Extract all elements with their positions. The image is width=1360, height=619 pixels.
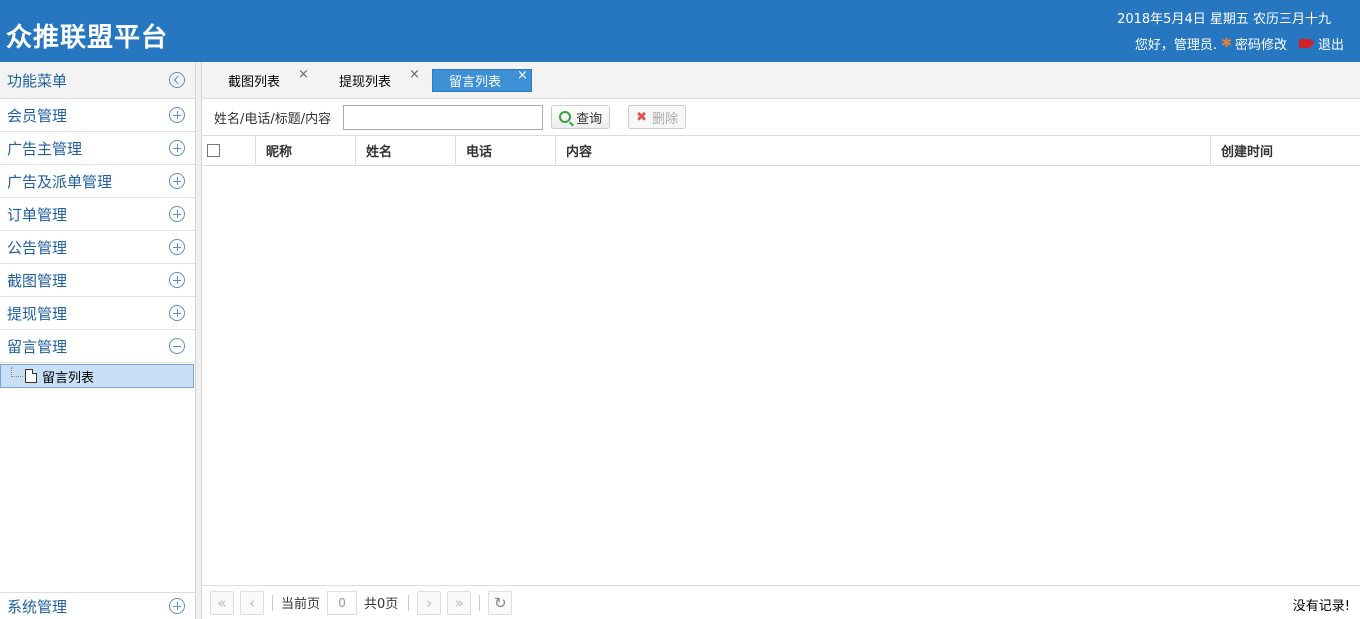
delete-button[interactable]: ✖ 删除 — [628, 105, 687, 129]
sidebar-item-label: 提现管理 — [7, 304, 68, 323]
sidebar-item-messages[interactable]: 留言管理 — [0, 330, 195, 363]
sidebar-item-label: 系统管理 — [7, 597, 68, 616]
column-header-created-time[interactable]: 创建时间 — [1211, 136, 1360, 165]
column-header-name[interactable]: 姓名 — [356, 136, 456, 165]
grid-header: 昵称 姓名 电话 内容 创建时间 — [202, 136, 1360, 166]
sidebar-item-label: 广告主管理 — [7, 139, 83, 158]
tab-label: 提现列表 — [339, 75, 392, 90]
sidebar-item-label: 广告及派单管理 — [7, 172, 113, 191]
close-icon[interactable]: × — [298, 67, 309, 82]
pager-divider — [479, 594, 481, 611]
select-all-cell — [202, 136, 256, 165]
top-header: 众推联盟平台 2018年5月4日 星期五 农历三月十九 您好，管理员. ✱ 密码… — [0, 0, 1360, 62]
expand-plus-icon — [169, 173, 185, 189]
sidebar-item-label: 截图管理 — [7, 271, 68, 290]
tab-withdrawal-list[interactable]: 提现列表 × — [339, 67, 420, 92]
first-page-button[interactable]: « — [210, 590, 234, 615]
tab-screenshot-list[interactable]: 截图列表 × — [228, 67, 309, 92]
no-records-text: 没有记录! — [1292, 599, 1350, 614]
current-page-label: 当前页 — [281, 597, 321, 612]
sidebar: 功能菜单 会员管理 广告主管理 广告及派单管理 订单管理 公告管理 截图管理 提… — [0, 62, 196, 619]
tab-label: 留言列表 — [449, 75, 502, 90]
change-password-link[interactable]: ✱ 密码修改 — [1221, 34, 1287, 53]
expand-plus-icon — [169, 140, 185, 156]
user-bar: 您好，管理员. ✱ 密码修改 退出 — [1135, 34, 1344, 53]
logout-label: 退出 — [1317, 38, 1344, 53]
collapse-sidebar-icon[interactable] — [169, 72, 185, 88]
header-date: 2018年5月4日 星期五 农历三月十九 — [1117, 12, 1331, 27]
sidebar-item-label: 留言管理 — [7, 337, 68, 356]
tree-connector — [11, 367, 23, 377]
page-number-input[interactable]: 0 — [327, 590, 358, 615]
total-pages-text: 共0页 — [364, 597, 399, 612]
sidebar-item-label: 会员管理 — [7, 106, 68, 125]
collapse-minus-icon — [169, 338, 185, 354]
expand-plus-icon — [169, 239, 185, 255]
sidebar-item-ads-dispatch[interactable]: 广告及派单管理 — [0, 165, 195, 198]
next-page-button[interactable]: › — [417, 590, 442, 615]
sidebar-item-withdrawals[interactable]: 提现管理 — [0, 297, 195, 330]
sidebar-header: 功能菜单 — [0, 62, 195, 99]
last-page-button[interactable]: » — [447, 590, 472, 615]
expand-plus-icon — [169, 206, 185, 222]
pager-divider — [408, 594, 410, 611]
delete-x-icon: ✖ — [636, 109, 648, 125]
expand-plus-icon — [169, 272, 185, 288]
main-panel: 截图列表 × 提现列表 × 留言列表 × 姓名/电话/标题/内容 查询 ✖ 删除… — [202, 62, 1360, 619]
change-password-label: 密码修改 — [1234, 38, 1287, 53]
sidebar-item-screenshots[interactable]: 截图管理 — [0, 264, 195, 297]
gear-icon: ✱ — [1221, 36, 1232, 51]
search-icon — [559, 111, 572, 123]
delete-button-label: 删除 — [652, 111, 679, 127]
tab-bar: 截图列表 × 提现列表 × 留言列表 × — [202, 62, 1360, 99]
select-all-checkbox[interactable] — [207, 144, 220, 157]
search-input[interactable] — [343, 104, 544, 130]
logout-icon — [1298, 39, 1315, 48]
close-icon[interactable]: × — [517, 68, 528, 83]
expand-plus-icon — [169, 598, 185, 614]
expand-plus-icon — [169, 107, 185, 123]
tree-item-label: 留言列表 — [42, 370, 95, 386]
pagination-bar: « ‹ 当前页 0 共0页 › » ↻ 没有记录! — [202, 585, 1360, 619]
pager-divider — [272, 594, 273, 611]
column-header-nickname[interactable]: 昵称 — [256, 136, 356, 165]
tab-message-list[interactable]: 留言列表 × — [432, 68, 532, 92]
query-button[interactable]: 查询 — [551, 105, 611, 129]
brand-title: 众推联盟平台 — [6, 23, 169, 53]
prev-page-button[interactable]: ‹ — [240, 590, 264, 615]
column-header-content[interactable]: 内容 — [556, 136, 1211, 165]
search-label: 姓名/电话/标题/内容 — [214, 111, 332, 127]
tab-label: 截图列表 — [228, 75, 281, 90]
greeting-text: 您好，管理员. — [1134, 38, 1218, 53]
close-icon[interactable]: × — [409, 67, 420, 82]
sidebar-item-announcements[interactable]: 公告管理 — [0, 231, 195, 264]
document-icon — [25, 369, 37, 383]
sidebar-item-orders[interactable]: 订单管理 — [0, 198, 195, 231]
sidebar-item-system[interactable]: 系统管理 — [0, 592, 195, 619]
sidebar-item-advertisers[interactable]: 广告主管理 — [0, 132, 195, 165]
sidebar-item-label: 公告管理 — [7, 238, 68, 257]
sidebar-item-members[interactable]: 会员管理 — [0, 99, 195, 132]
logout-link[interactable]: 退出 — [1298, 34, 1344, 53]
sidebar-title: 功能菜单 — [7, 71, 68, 90]
column-header-phone[interactable]: 电话 — [456, 136, 556, 165]
sidebar-item-label: 订单管理 — [7, 205, 68, 224]
query-button-label: 查询 — [576, 111, 603, 127]
tree-item-message-list[interactable]: 留言列表 — [0, 364, 194, 388]
refresh-icon[interactable]: ↻ — [488, 590, 513, 615]
search-toolbar: 姓名/电话/标题/内容 查询 ✖ 删除 — [202, 99, 1360, 136]
expand-plus-icon — [169, 305, 185, 321]
